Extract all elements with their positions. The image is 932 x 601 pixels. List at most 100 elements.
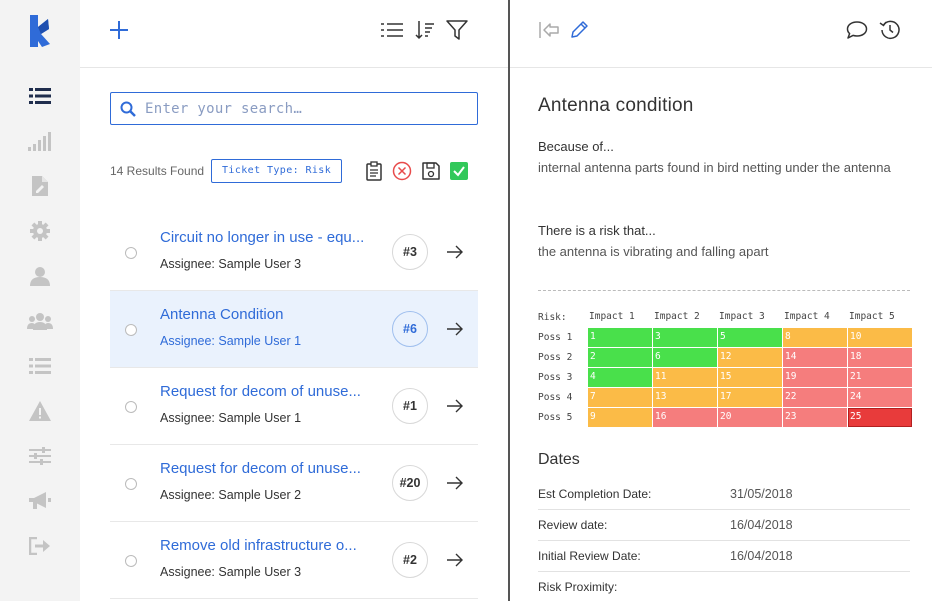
matrix-cell: 22 [783,388,847,407]
clear-filters-button[interactable] [391,160,413,182]
ticket-row[interactable]: Request for decom of unuse... Assignee: … [110,445,478,522]
matrix-cell: 24 [848,388,912,407]
ticket-assignee: Assignee: Sample User 3 [160,257,302,271]
matrix-cell: 4 [588,368,652,387]
ticket-row[interactable]: Request for decom of unuse... Assignee: … [110,368,478,445]
ticket-radio[interactable] [125,478,137,490]
rail-item-tasks[interactable] [25,353,55,379]
back-arrow-icon [539,22,559,38]
users-icon [27,313,53,330]
arrow-right-icon[interactable] [446,321,464,337]
rail-item-list[interactable] [25,83,55,109]
date-row: Est Completion Date: 31/05/2018 [538,479,910,510]
sidebar-rail [0,0,80,601]
date-value: 31/05/2018 [730,487,793,501]
collapse-panel-button[interactable] [536,17,562,43]
list-view-button[interactable] [379,17,405,43]
edit-button[interactable] [566,17,592,43]
sign-out-icon [29,537,50,555]
search-icon [120,101,136,117]
matrix-cell: 21 [848,368,912,387]
save-search-button[interactable] [420,160,442,182]
date-label: Est Completion Date: [538,487,652,501]
ticket-row-selected[interactable]: Antenna Condition Assignee: Sample User … [110,291,478,368]
clipboard-icon [366,161,382,181]
ticket-radio[interactable] [125,324,137,336]
select-all-checkbox[interactable] [448,160,470,182]
matrix-cell: 20 [718,408,782,427]
matrix-header-row: Risk: Impact 1 Impact 2 Impact 3 Impact … [538,308,913,328]
arrow-right-icon[interactable] [446,244,464,260]
possibility-label: Poss 2 [538,352,573,363]
rail-item-reports[interactable] [25,128,55,154]
filter-button[interactable] [444,17,470,43]
matrix-cell: 5 [718,328,782,347]
ticket-row[interactable]: Circuit no longer in use - equ... Assign… [110,214,478,291]
matrix-row: Poss 3 4 11 15 19 21 [538,368,913,388]
search-box[interactable] [110,92,478,125]
matrix-cell: 6 [653,348,717,367]
ticket-number-badge: #20 [392,465,428,501]
warning-icon [29,401,51,421]
ticket-number-badge: #6 [392,311,428,347]
pencil-icon [571,21,588,38]
matrix-corner-label: Risk: [538,312,567,323]
rail-item-documents[interactable] [25,173,55,199]
add-ticket-button[interactable] [106,17,132,43]
matrix-cell: 1 [588,328,652,347]
matrix-cell: 9 [588,408,652,427]
history-button[interactable] [877,17,903,43]
ticket-title[interactable]: Request for decom of unuse... [160,460,382,477]
rail-item-adjust[interactable] [25,443,55,469]
risk-matrix: Risk: Impact 1 Impact 2 Impact 3 Impact … [538,308,913,428]
matrix-cell: 16 [653,408,717,427]
ticket-radio[interactable] [125,401,137,413]
matrix-row: Poss 5 9 16 20 23 25 [538,408,913,428]
matrix-cell: 19 [783,368,847,387]
because-label: Because of... [538,139,614,154]
matrix-cell-selected: 25 [848,408,912,427]
impact-header: Impact 3 [719,311,765,322]
matrix-cell: 7 [588,388,652,407]
ticket-radio[interactable] [125,555,137,567]
arrow-right-icon[interactable] [446,398,464,414]
ticket-title[interactable]: Request for decom of unuse... [160,383,382,400]
impact-header: Impact 4 [784,311,830,322]
plus-icon [110,21,128,39]
ticket-radio[interactable] [125,247,137,259]
ticket-title[interactable]: Remove old infrastructure o... [160,537,382,554]
ticket-title[interactable]: Antenna Condition [160,306,382,323]
ticket-number-badge: #2 [392,542,428,578]
list-icon [29,88,51,104]
app-logo[interactable] [27,13,53,49]
document-edit-icon [32,176,48,196]
matrix-cell: 23 [783,408,847,427]
rail-item-settings[interactable] [25,218,55,244]
risk-text: the antenna is vibrating and falling apa… [538,244,769,259]
rail-item-logout[interactable] [25,533,55,559]
matrix-cell: 8 [783,328,847,347]
rail-item-user[interactable] [25,263,55,289]
sort-button[interactable] [412,17,438,43]
bar-chart-icon [28,132,51,151]
sort-icon [415,21,434,40]
megaphone-icon [29,492,51,509]
results-count: 14 Results Found [110,164,205,178]
close-circle-icon [392,161,412,181]
arrow-right-icon[interactable] [446,552,464,568]
date-value: 16/04/2018 [730,549,793,563]
filter-tag[interactable]: Ticket Type: Risk [211,159,343,183]
search-input[interactable] [145,98,465,120]
rail-item-team[interactable] [25,308,55,334]
rail-item-alerts[interactable] [25,398,55,424]
arrow-right-icon[interactable] [446,475,464,491]
ticket-title[interactable]: Circuit no longer in use - equ... [160,229,382,246]
rail-item-announce[interactable] [25,488,55,514]
matrix-cell: 3 [653,328,717,347]
matrix-cell: 12 [718,348,782,367]
matrix-cell: 10 [848,328,912,347]
comments-button[interactable] [844,17,870,43]
report-button[interactable] [363,160,385,182]
matrix-cell: 18 [848,348,912,367]
ticket-row[interactable]: Remove old infrastructure o... Assignee:… [110,522,478,599]
